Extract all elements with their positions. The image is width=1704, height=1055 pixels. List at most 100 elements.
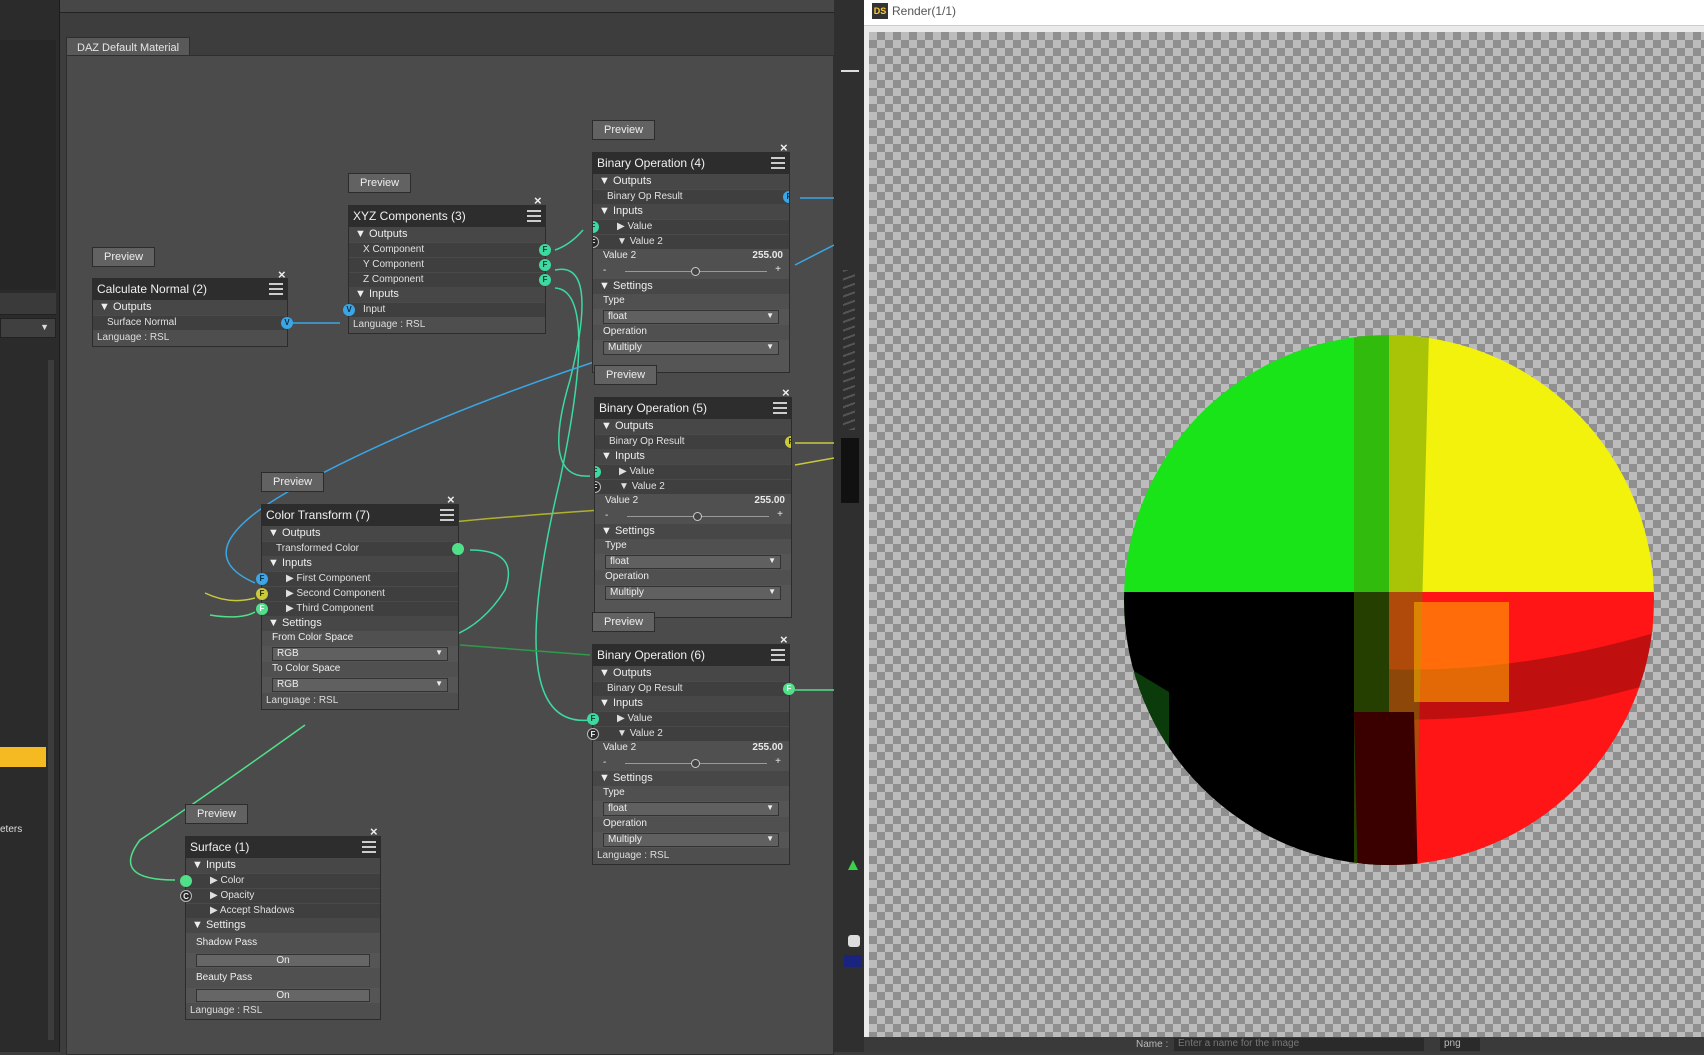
beauty-pass-toggle[interactable]: On	[196, 989, 370, 1002]
type-select[interactable]: float	[603, 802, 779, 816]
port-float-in[interactable]: F	[593, 236, 599, 248]
operation-select[interactable]: Multiply	[603, 833, 779, 847]
node-title: Calculate Normal (2)	[97, 282, 208, 296]
operation-select[interactable]: Multiply	[605, 586, 781, 600]
camera-icon[interactable]	[848, 935, 860, 947]
port-float-out[interactable]: F	[783, 191, 789, 203]
value2-slider[interactable]: - +	[593, 756, 789, 771]
expand-icon[interactable]: ▼	[355, 288, 369, 300]
value2-number[interactable]: 255.00	[752, 250, 783, 261]
collapse-icon[interactable]: ▶	[210, 905, 220, 916]
to-color-space-select[interactable]: RGB	[272, 678, 448, 692]
node-menu-icon[interactable]	[527, 210, 541, 222]
collapse-icon[interactable]: ▶	[619, 466, 629, 477]
format-select[interactable]: png	[1440, 1038, 1480, 1051]
expand-icon[interactable]: ▼	[599, 175, 613, 187]
preview-button-calc-normal[interactable]: Preview	[92, 247, 156, 267]
node-menu-icon[interactable]	[773, 402, 787, 414]
expand-icon[interactable]: ▼	[601, 450, 615, 462]
expand-icon[interactable]: ▼	[99, 301, 113, 313]
node-title: XYZ Components (3)	[353, 209, 466, 223]
expand-icon[interactable]: ▼	[601, 525, 615, 537]
port-float-in[interactable]: F	[256, 588, 268, 600]
collapse-icon[interactable]: ▶	[210, 890, 220, 901]
from-color-space-select[interactable]: RGB	[272, 647, 448, 661]
node-surface[interactable]: Surface (1) ▼ Inputs ▶ Color C ▶ Opacity …	[180, 836, 381, 1020]
node-color-transform[interactable]: Color Transform (7) ▼ Outputs Transforme…	[256, 504, 464, 710]
collapse-icon[interactable]: ▶	[617, 221, 627, 232]
slider-knob[interactable]	[693, 512, 702, 521]
preview-button-surface[interactable]: Preview	[185, 804, 249, 824]
collapse-icon[interactable]: ▶	[286, 588, 296, 599]
port-color-in[interactable]	[180, 875, 192, 887]
port-float-out[interactable]: F	[785, 436, 791, 448]
output-transformed-color: Transformed Color	[276, 543, 359, 554]
collapse-icon[interactable]: ▶	[210, 875, 220, 886]
slider-knob[interactable]	[691, 267, 700, 276]
preview-button-bin5[interactable]: Preview	[594, 365, 658, 385]
port-float-in[interactable]: F	[595, 466, 601, 478]
collapse-icon[interactable]: ▶	[617, 713, 627, 724]
expand-icon[interactable]: ▼	[268, 617, 282, 629]
divider-mark	[841, 70, 859, 72]
expand-icon[interactable]: ▼	[268, 527, 282, 539]
expand-icon[interactable]: ▼	[599, 205, 613, 217]
render-bottom-bar: Name : Enter a name for the image png	[864, 1037, 1704, 1052]
collapse-icon[interactable]: ▶	[286, 603, 296, 614]
port-float-out[interactable]: F	[539, 274, 551, 286]
port-float-in[interactable]: F	[256, 573, 268, 585]
expand-icon[interactable]: ▼	[192, 859, 206, 871]
port-float-in[interactable]: F	[593, 221, 599, 233]
section-outputs: Outputs	[612, 667, 652, 679]
type-select[interactable]: float	[605, 555, 781, 569]
node-menu-icon[interactable]	[771, 649, 785, 661]
operation-select[interactable]: Multiply	[603, 341, 779, 355]
value2-slider[interactable]: - +	[595, 509, 791, 524]
expand-icon[interactable]: ▼	[617, 236, 630, 247]
node-menu-icon[interactable]	[771, 157, 785, 169]
node-language: Language : RSL	[186, 1003, 380, 1019]
type-select[interactable]: float	[603, 310, 779, 324]
expand-icon[interactable]: ▼	[192, 919, 206, 931]
port-float-in[interactable]: F	[256, 603, 268, 615]
port-float-out[interactable]: F	[783, 683, 795, 695]
collapse-icon[interactable]: ▶	[286, 573, 296, 584]
wire-ct-to-bin6	[459, 644, 591, 656]
node-menu-icon[interactable]	[440, 509, 454, 521]
port-vector-out[interactable]: V	[281, 317, 293, 329]
slider-knob[interactable]	[691, 759, 700, 768]
node-menu-icon[interactable]	[269, 283, 283, 295]
node-menu-icon[interactable]	[362, 841, 376, 853]
preview-button-xyz[interactable]: Preview	[348, 173, 412, 193]
value2-number[interactable]: 255.00	[752, 742, 783, 753]
expand-icon[interactable]: ▼	[599, 772, 613, 784]
port-color-in[interactable]: C	[180, 890, 192, 902]
image-name-input[interactable]: Enter a name for the image	[1174, 1038, 1424, 1051]
preview-button-color-transform[interactable]: Preview	[261, 472, 325, 492]
preview-button-bin6[interactable]: Preview	[592, 612, 656, 632]
port-float-in[interactable]: F	[587, 728, 599, 740]
expand-icon[interactable]: ▼	[268, 557, 282, 569]
node-xyz-components[interactable]: XYZ Components (3) ▼ Outputs X Component…	[343, 205, 551, 334]
shadow-pass-toggle[interactable]: On	[196, 954, 370, 967]
expand-icon[interactable]: ▼	[355, 228, 369, 240]
port-vector-in[interactable]: V	[343, 304, 355, 316]
expand-icon[interactable]: ▼	[599, 697, 613, 709]
expand-icon[interactable]: ▼	[619, 481, 632, 492]
port-float-in[interactable]: F	[587, 713, 599, 725]
port-color-out[interactable]	[452, 543, 464, 555]
port-float-out[interactable]: F	[539, 259, 551, 271]
expand-icon[interactable]: ▼	[601, 420, 615, 432]
node-binary-operation-4[interactable]: Binary Operation (4) ▼ Outputs Binary Op…	[592, 152, 790, 373]
value2-slider[interactable]: - +	[593, 264, 789, 279]
expand-icon[interactable]: ▼	[599, 667, 613, 679]
node-binary-operation-6[interactable]: Binary Operation (6) ▼ Outputs Binary Op…	[587, 644, 795, 865]
port-float-in[interactable]: F	[595, 481, 601, 493]
expand-icon[interactable]: ▼	[617, 728, 630, 739]
expand-icon[interactable]: ▼	[599, 280, 613, 292]
node-calculate-normal[interactable]: Calculate Normal (2) ▼ Outputs Surface N…	[92, 278, 293, 347]
value2-number[interactable]: 255.00	[754, 495, 785, 506]
node-binary-operation-5[interactable]: Binary Operation (5) ▼ Outputs Binary Op…	[594, 397, 792, 618]
preview-button-bin4[interactable]: Preview	[592, 120, 656, 140]
port-float-out[interactable]: F	[539, 244, 551, 256]
